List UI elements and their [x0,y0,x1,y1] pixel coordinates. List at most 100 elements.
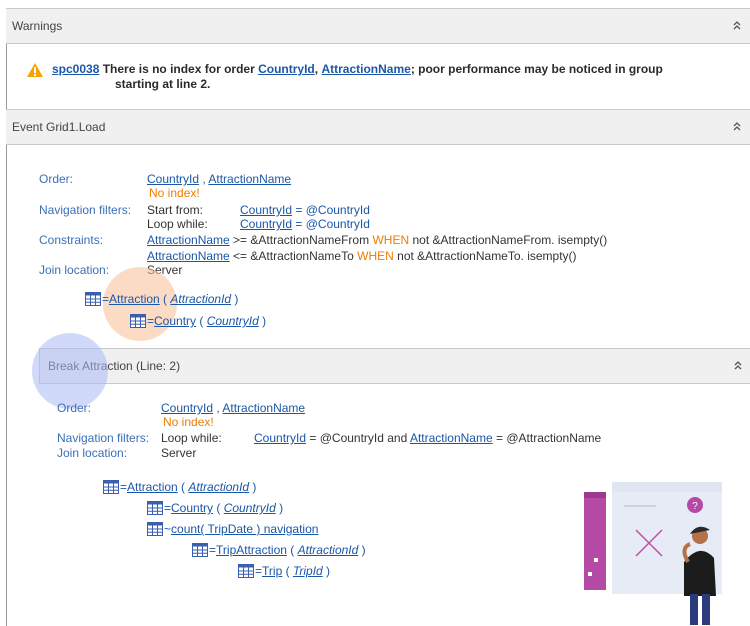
field-link[interactable]: CountryId [161,401,213,415]
constraint-1: AttractionName >= &AttractionNameFrom WH… [147,233,607,247]
loop-while-label: Loop while: [147,217,208,231]
node-prefix: = [164,501,172,515]
node-prefix: ~ [164,522,172,536]
expr-text: = @CountryId [295,217,370,231]
tree-node-attraction[interactable]: = Attraction ( AttractionId ) [103,480,256,494]
when-keyword: WHEN [357,249,394,263]
field-link[interactable]: CountryId [254,431,306,445]
expr-text: = @CountryId [295,203,370,217]
tree-node-country[interactable]: = Country ( CountryId ) [147,501,283,515]
node-paren: ) [249,480,257,494]
node-paren: ) [322,564,331,578]
presenter-illustration: ? [584,482,722,625]
join-location-label: Join location: [39,263,110,277]
node-prefix: = [147,314,155,328]
node-paren: ) [358,543,366,557]
constraints-label: Constraints: [39,233,104,247]
table-icon [238,564,254,578]
node-paren: ( [196,314,207,328]
warning-text-line2: starting at line 2. [115,77,211,91]
warning-text: There is no index for order [102,62,255,76]
loop-while-expr: CountryId = @CountryId and AttractionNam… [254,431,601,445]
key-link[interactable]: AttractionId [298,543,359,557]
field-link[interactable]: CountryId [240,217,292,231]
table-link[interactable]: Attraction [109,292,160,306]
break-section-header[interactable]: Break Attraction (Line: 2) [39,348,750,384]
node-paren: ( [213,501,224,515]
field-link[interactable]: AttractionName [208,172,291,186]
tree-node-country[interactable]: = Country ( CountryId ) [130,314,266,328]
field-link[interactable]: AttractionName [147,233,230,247]
key-link[interactable]: CountryId [224,501,276,515]
order-sep: , [199,172,206,186]
warning-field-link[interactable]: CountryId [258,62,315,76]
when-keyword: WHEN [372,233,410,247]
collapse-icon[interactable] [732,19,742,31]
constraint-2: AttractionName <= &AttractionNameTo WHEN… [147,249,577,263]
tree-node-trip[interactable]: = Trip ( TripId ) [238,564,330,578]
svg-text:?: ? [692,501,698,512]
table-icon [147,522,163,536]
key-link[interactable]: AttractionId [188,480,249,494]
field-link[interactable]: AttractionName [147,249,230,263]
expr-text: = @AttractionName [496,431,602,445]
field-link[interactable]: AttractionName [222,401,305,415]
node-paren: ( [159,292,171,306]
order-label: Order: [57,401,92,415]
node-prefix: = [209,543,217,557]
node-prefix: = [102,292,110,306]
event-section-header[interactable]: Event Grid1.Load [6,109,750,145]
order-sep: , [213,401,220,415]
table-link[interactable]: TripAttraction [216,543,287,557]
table-icon [85,292,101,306]
cursor-highlight-blue [32,333,108,409]
node-prefix: = [255,564,263,578]
field-link[interactable]: AttractionName [410,431,493,445]
no-index-warning: No index! [149,186,200,200]
node-prefix: = [120,480,128,494]
warnings-section-header[interactable]: Warnings [6,8,750,44]
collapse-icon[interactable] [732,120,742,132]
node-paren: ( [177,480,189,494]
key-link[interactable]: TripId [293,564,323,578]
join-location-value: Server [161,446,197,460]
node-paren: ) [258,314,267,328]
expr-text: = @CountryId and [309,431,408,445]
event-title: Event Grid1.Load [12,120,106,134]
table-icon [147,501,163,515]
field-link[interactable]: CountryId [240,203,292,217]
order-fields: CountryId , AttractionName [161,401,305,415]
table-icon [103,480,119,494]
tree-node-attraction[interactable]: = Attraction ( AttractionId ) [85,292,238,306]
node-paren: ( [286,543,298,557]
warning-sep: , [314,62,319,76]
key-link[interactable]: AttractionId [170,292,231,306]
loop-while-expr: CountryId = @CountryId [240,217,370,231]
collapse-icon[interactable] [733,359,743,371]
warning-field-link[interactable]: AttractionName [321,62,410,76]
join-location-label: Join location: [57,446,128,460]
nav-filters-label: Navigation filters: [39,203,132,217]
warnings-title: Warnings [12,19,63,33]
expr-text: not &AttractionNameFrom. isempty() [412,233,608,247]
warning-code-link[interactable]: spc0038 [52,62,99,76]
node-paren: ( [282,564,293,578]
warning-icon [27,63,43,77]
table-link[interactable]: Country [154,314,196,328]
field-link[interactable]: CountryId [147,172,199,186]
table-link[interactable]: Country [171,501,213,515]
expr-text: <= &AttractionNameTo [233,249,354,263]
node-paren: ) [275,501,284,515]
warning-message: spc0038 There is no index for order Coun… [52,62,663,76]
table-link[interactable]: Trip [262,564,282,578]
warning-text: ; poor performance may be noticed in gro… [410,62,663,76]
node-paren: ) [231,292,239,306]
key-link[interactable]: CountryId [207,314,259,328]
table-link[interactable]: count( TripDate ) navigation [171,522,318,536]
expr-text: >= &AttractionNameFrom [233,233,370,247]
order-fields: CountryId , AttractionName [147,172,291,186]
tree-node-count-navigation[interactable]: ~ count( TripDate ) navigation [147,522,318,536]
table-link[interactable]: Attraction [127,480,178,494]
order-label: Order: [39,172,74,186]
tree-node-tripattraction[interactable]: = TripAttraction ( AttractionId ) [192,543,366,557]
